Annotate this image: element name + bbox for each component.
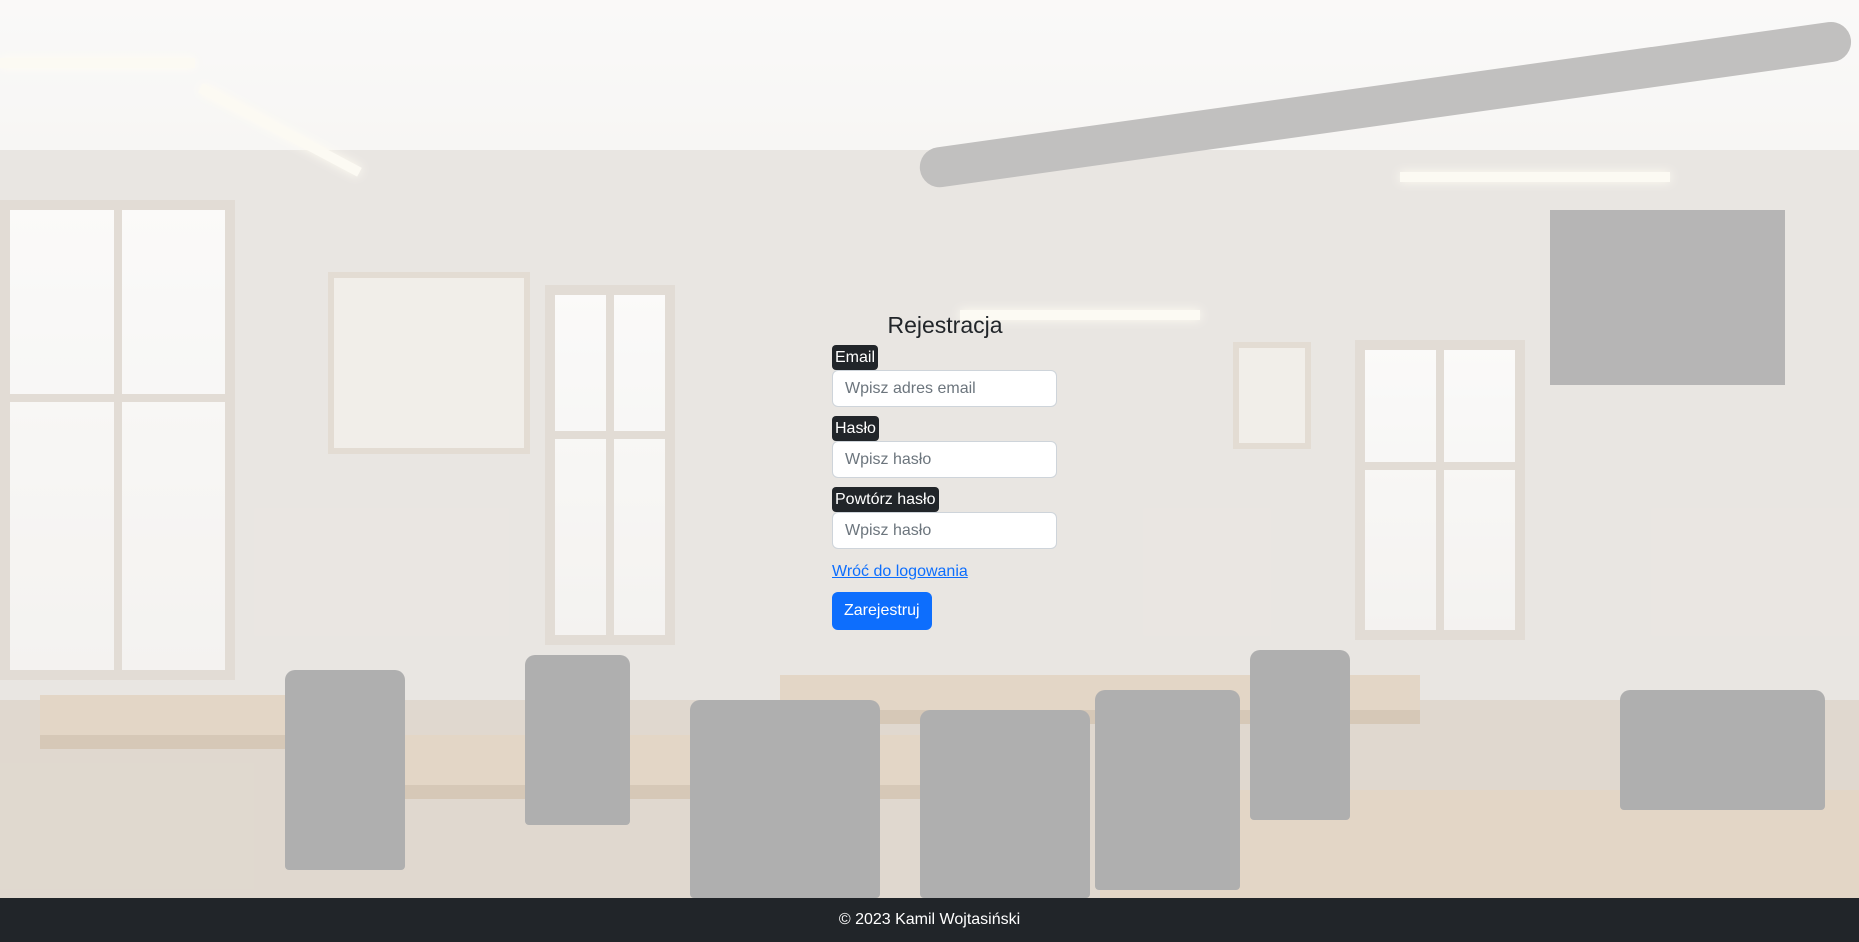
registration-form: Rejestracja Email Hasło Powtórz hasło Wr…	[832, 305, 1058, 630]
back-to-login-link[interactable]: Wróć do logowania	[832, 562, 968, 582]
repeat-password-field[interactable]	[832, 512, 1057, 549]
email-label: Email	[832, 345, 879, 370]
page: Rejestracja Email Hasło Powtórz hasło Wr…	[0, 0, 1859, 942]
password-field[interactable]	[832, 441, 1057, 478]
footer: © 2023 Kamil Wojtasiński	[0, 898, 1859, 942]
password-label: Hasło	[832, 416, 879, 441]
email-field[interactable]	[832, 370, 1057, 407]
register-button[interactable]: Zarejestruj	[832, 592, 932, 630]
repeat-password-label: Powtórz hasło	[832, 487, 939, 512]
form-title: Rejestracja	[887, 312, 1003, 338]
footer-copyright: © 2023 Kamil Wojtasiński	[838, 911, 1021, 928]
